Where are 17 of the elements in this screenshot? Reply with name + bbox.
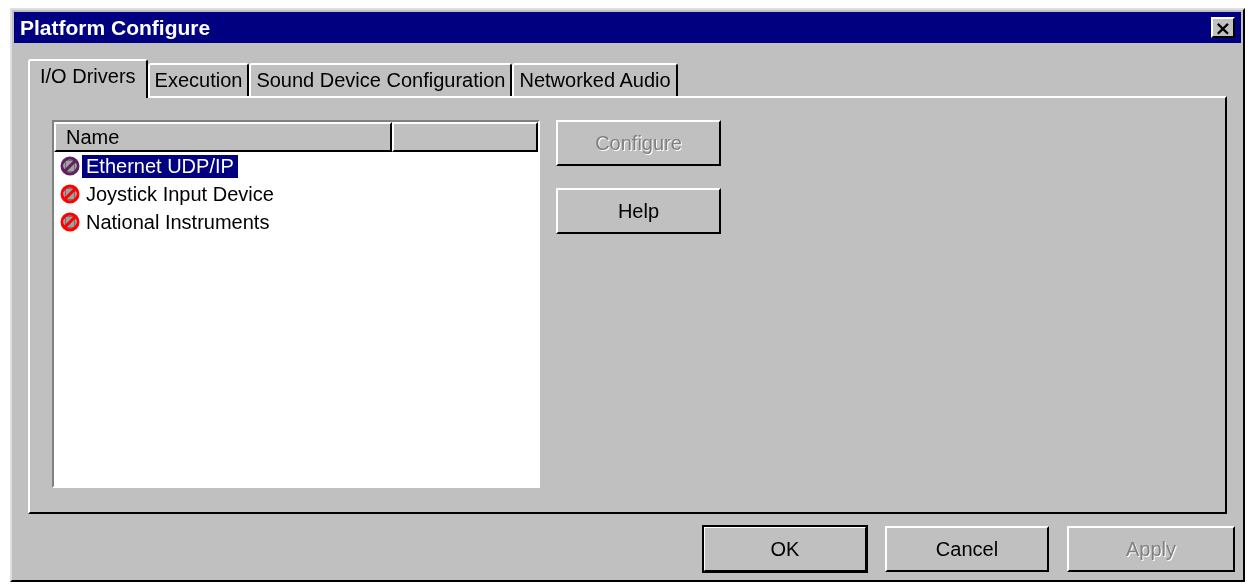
disabled-driver-icon [60, 212, 80, 232]
tab[interactable]: Sound Device Configuration [249, 63, 513, 96]
close-button[interactable]: × [1211, 17, 1235, 38]
list-item[interactable]: Ethernet UDP/IP [82, 154, 238, 178]
button[interactable]: OK [703, 526, 867, 572]
list-item[interactable]: National Instruments [82, 210, 274, 234]
column-header[interactable] [392, 122, 538, 152]
tab[interactable]: Execution [147, 63, 250, 96]
button[interactable]: Cancel [885, 526, 1049, 572]
column-header[interactable]: Name [54, 122, 392, 152]
window-title: Platform Configure [20, 15, 211, 40]
tab[interactable]: I/O Drivers [28, 59, 148, 98]
disabled-driver-icon [60, 156, 80, 176]
tab[interactable]: Networked Audio [512, 63, 678, 96]
button[interactable]: Help [556, 188, 721, 234]
list-item[interactable]: Joystick Input Device [82, 182, 278, 206]
disabled-driver-icon [60, 184, 80, 204]
